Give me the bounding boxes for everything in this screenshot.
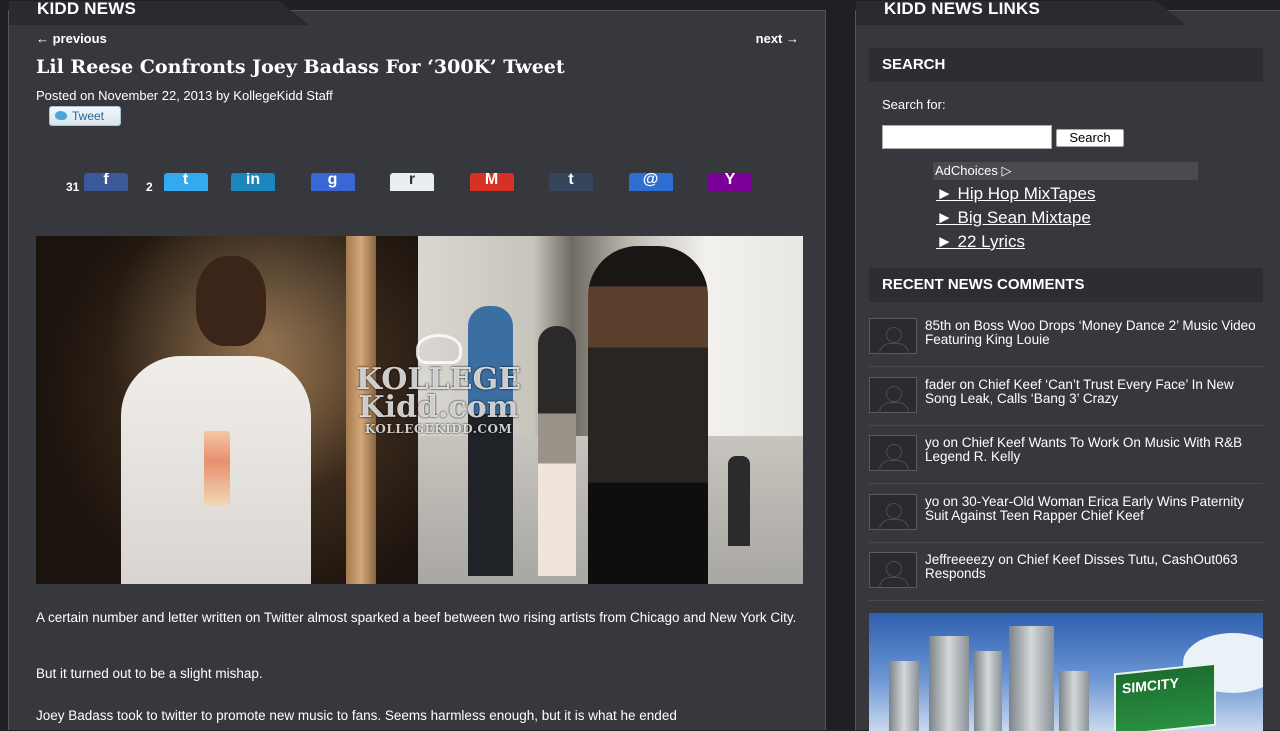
linkedin-share-button[interactable]: in [231,173,275,191]
comment-text[interactable]: yo on Chief Keef Wants To Work On Music … [925,436,1265,464]
email-share-button[interactable]: @ [628,173,673,191]
comment-item[interactable]: Jeffreeeezy on Chief Keef Disses Tutu, C… [869,548,1263,601]
sidebar: KIDD NEWS LINKS SEARCH Search for: Searc… [855,0,1280,731]
yahoo-icon: Y [724,173,736,188]
simcity-box: SIMCITY [1114,662,1216,731]
share-bar: 31 2 f t in g r Mt @ Y [9,171,827,197]
twitter-icon: t [182,173,189,188]
ad-link[interactable]: ► Hip Hop MixTapes [936,184,1096,204]
twitter-bird-icon [55,111,67,120]
linkedin-icon: in [245,173,261,188]
facebook-share-button[interactable]: f [84,173,128,191]
search-label: Search for: [882,97,946,112]
search-widget-heading: SEARCH [869,48,1263,82]
avatar [869,377,917,413]
twitter-share-button[interactable]: t [163,173,208,191]
recent-comments-heading: RECENT NEWS COMMENTS [869,268,1263,302]
reddit-share-button[interactable]: r [390,173,434,191]
reddit-icon: r [408,173,416,188]
avatar [869,318,917,354]
next-post-link[interactable]: next → [756,31,799,46]
section-title: KIDD NEWS [37,0,137,18]
yahoo-share-button[interactable]: Y [708,173,752,191]
post-paragraph: A certain number and letter written on T… [36,610,797,625]
ad-link[interactable]: ► 22 Lyrics [936,232,1025,252]
sidebar-section-title: KIDD NEWS LINKS [884,0,1040,18]
cup-shape [204,431,230,506]
gmail-icon: M [484,173,499,188]
simcity-banner-ad[interactable]: SIMCITY [869,613,1263,731]
watermark-brand: KOLLEGE Kidd.com [356,362,521,425]
avatar [869,435,917,471]
post-meta: Posted on November 22, 2013 by KollegeKi… [36,88,333,103]
post-hero-image: KOLLEGE Kidd.com KOLLEGEKIDD.COM [36,236,803,584]
tweet-label: Tweet [72,109,105,123]
post-title[interactable]: Lil Reese Confronts Joey Badass For ‘300… [36,56,565,78]
adchoices-bar[interactable]: AdChoices ▷ [933,162,1198,180]
twitter-share-count: 2 [146,180,153,194]
watermark-logo: KOLLEGE Kidd.com KOLLEGEKIDD.COM [336,334,541,436]
post-paragraph: Joey Badass took to twitter to promote n… [36,708,677,723]
search-button[interactable]: Search [1056,129,1124,147]
google-share-button[interactable]: g [310,173,355,191]
facebook-icon: f [103,173,109,188]
google-icon: g [327,173,338,188]
ad-link[interactable]: ► Big Sean Mixtape [936,208,1091,228]
avatar [869,552,917,588]
comment-text[interactable]: 85th on Boss Woo Drops ‘Money Dance 2’ M… [925,319,1265,347]
comment-text[interactable]: yo on 30-Year-Old Woman Erica Early Wins… [925,495,1265,523]
tweet-button[interactable]: Tweet [49,106,121,126]
avatar [869,494,917,530]
search-input[interactable] [882,125,1052,149]
comment-item[interactable]: yo on Chief Keef Wants To Work On Music … [869,431,1263,484]
banner-label: SIMCITY [1122,674,1179,697]
previous-post-link[interactable]: ← previous [36,31,107,46]
comment-item[interactable]: fader on Chief Keef ‘Can’t Trust Every F… [869,373,1263,426]
facebook-share-count: 31 [66,180,80,194]
hydrant-shape [728,456,750,546]
tumblr-icon: t [568,173,574,188]
gmail-share-button[interactable]: M [469,173,514,191]
comment-item[interactable]: yo on 30-Year-Old Woman Erica Early Wins… [869,490,1263,543]
watermark-url: KOLLEGEKIDD.COM [364,422,513,436]
main-content: KIDD NEWS ← previous next → Lil Reese Co… [8,0,827,730]
comment-text[interactable]: fader on Chief Keef ‘Can’t Trust Every F… [925,378,1265,406]
email-icon: @ [642,173,659,188]
post-paragraph: But it turned out to be a slight mishap. [36,666,263,681]
comment-text[interactable]: Jeffreeeezy on Chief Keef Disses Tutu, C… [925,553,1265,581]
comment-item[interactable]: 85th on Boss Woo Drops ‘Money Dance 2’ M… [869,314,1263,367]
tumblr-share-button[interactable]: t [549,173,593,191]
